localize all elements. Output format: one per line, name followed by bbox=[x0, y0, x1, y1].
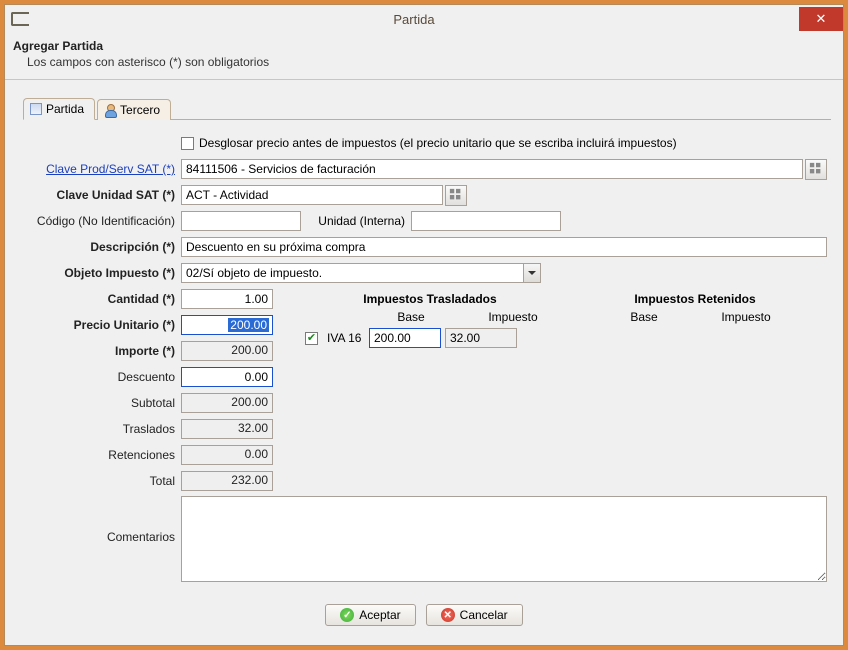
chevron-down-icon[interactable] bbox=[523, 264, 540, 282]
cancel-icon: ✕ bbox=[441, 608, 455, 622]
cancelar-label: Cancelar bbox=[460, 608, 508, 622]
app-icon bbox=[11, 12, 29, 26]
close-button[interactable]: ✕ bbox=[799, 7, 843, 31]
tab-label: Partida bbox=[46, 102, 84, 116]
unidad-interna-input[interactable] bbox=[411, 211, 561, 231]
descripcion-label: Descripción (*) bbox=[21, 240, 181, 254]
window-title: Partida bbox=[29, 12, 799, 27]
unidad-interna-label: Unidad (Interna) bbox=[301, 214, 411, 228]
user-icon bbox=[104, 104, 116, 116]
importe-value: 200.00 bbox=[181, 341, 273, 361]
impuesto-header-ret: Impuesto bbox=[710, 310, 782, 324]
total-label: Total bbox=[21, 474, 181, 488]
desglosar-checkbox[interactable] bbox=[181, 137, 194, 150]
grid-icon bbox=[449, 188, 463, 202]
grid-icon bbox=[809, 162, 823, 176]
tab-tercero[interactable]: Tercero bbox=[97, 99, 171, 120]
objeto-label: Objeto Impuesto (*) bbox=[21, 266, 181, 280]
form-area: Desglosar precio antes de impuestos (el … bbox=[5, 120, 843, 594]
trasladados-title: Impuestos Trasladados bbox=[305, 292, 555, 306]
traslados-label: Traslados bbox=[21, 422, 181, 436]
cancelar-button[interactable]: ✕ Cancelar bbox=[426, 604, 523, 626]
base-header-ret: Base bbox=[608, 310, 680, 324]
clave-prod-input[interactable] bbox=[181, 159, 803, 179]
tax-section: Impuestos Trasladados Base Impuesto IVA … bbox=[305, 292, 835, 348]
subtotal-label: Subtotal bbox=[21, 396, 181, 410]
iva16-base-input[interactable] bbox=[369, 328, 441, 348]
descuento-input[interactable] bbox=[181, 367, 273, 387]
tab-label: Tercero bbox=[120, 103, 160, 117]
descripcion-input[interactable] bbox=[181, 237, 827, 257]
aceptar-label: Aceptar bbox=[359, 608, 400, 622]
clave-prod-label[interactable]: Clave Prod/Serv SAT (*) bbox=[21, 162, 181, 176]
clave-unidad-label: Clave Unidad SAT (*) bbox=[21, 188, 181, 202]
total-value: 232.00 bbox=[181, 471, 273, 491]
retenciones-value: 0.00 bbox=[181, 445, 273, 465]
traslados-value: 32.00 bbox=[181, 419, 273, 439]
close-icon: ✕ bbox=[816, 11, 827, 27]
subtotal-value: 200.00 bbox=[181, 393, 273, 413]
impuesto-header: Impuesto bbox=[477, 310, 549, 324]
page-title: Agregar Partida bbox=[13, 39, 835, 53]
desglosar-label: Desglosar precio antes de impuestos (el … bbox=[199, 136, 677, 150]
page-subtitle: Los campos con asterisco (*) son obligat… bbox=[27, 55, 835, 69]
titlebar: Partida ✕ bbox=[5, 5, 843, 33]
precio-value: 200.00 bbox=[228, 318, 269, 332]
check-icon: ✓ bbox=[340, 608, 354, 622]
comentarios-label: Comentarios bbox=[21, 496, 181, 544]
clave-prod-lookup[interactable] bbox=[805, 159, 827, 180]
retenidos-title: Impuestos Retenidos bbox=[595, 292, 795, 306]
iva16-checkbox[interactable] bbox=[305, 332, 318, 345]
iva16-label: IVA 16 bbox=[327, 331, 365, 345]
tabs: Partida Tercero bbox=[23, 96, 831, 120]
base-header: Base bbox=[375, 310, 447, 324]
form-icon bbox=[30, 103, 42, 115]
codigo-input[interactable] bbox=[181, 211, 301, 231]
objeto-value: 02/Sí objeto de impuesto. bbox=[182, 266, 523, 280]
cantidad-input[interactable] bbox=[181, 289, 273, 309]
cantidad-label: Cantidad (*) bbox=[21, 292, 181, 306]
precio-input[interactable]: 200.00 bbox=[181, 315, 273, 335]
clave-unidad-lookup[interactable] bbox=[445, 185, 467, 206]
descuento-label: Descuento bbox=[21, 370, 181, 384]
precio-label: Precio Unitario (*) bbox=[21, 318, 181, 332]
comentarios-input[interactable] bbox=[181, 496, 827, 582]
tab-partida[interactable]: Partida bbox=[23, 98, 95, 120]
clave-unidad-input[interactable] bbox=[181, 185, 443, 205]
retenciones-label: Retenciones bbox=[21, 448, 181, 462]
aceptar-button[interactable]: ✓ Aceptar bbox=[325, 604, 415, 626]
objeto-select[interactable]: 02/Sí objeto de impuesto. bbox=[181, 263, 541, 283]
button-bar: ✓ Aceptar ✕ Cancelar bbox=[5, 604, 843, 634]
header: Agregar Partida Los campos con asterisco… bbox=[5, 33, 843, 80]
importe-label: Importe (*) bbox=[21, 344, 181, 358]
iva16-impuesto-value bbox=[445, 328, 517, 348]
codigo-label: Código (No Identificación) bbox=[21, 214, 181, 228]
